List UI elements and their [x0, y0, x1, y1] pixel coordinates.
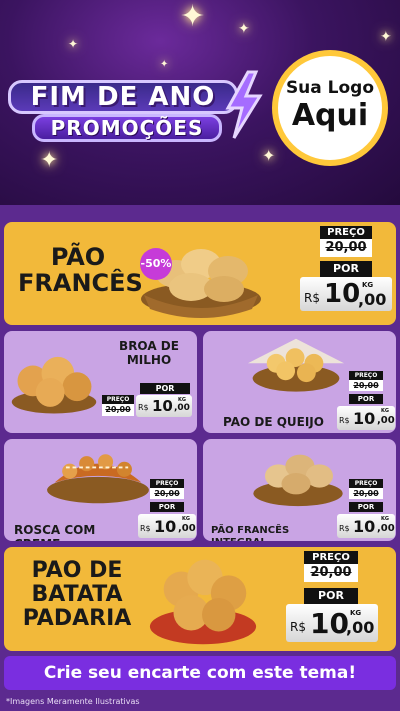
currency-label: R$ [290, 620, 306, 634]
sparkle-icon: ✦ [40, 148, 59, 173]
product-card: BROA DE MILHO POR PREÇO 20,00 R$ 10 KG ,… [4, 331, 197, 433]
price-dec: ,00 [377, 415, 395, 426]
broa-basket-image [11, 356, 97, 414]
cta-button[interactable]: Crie seu encarte com este tema! [4, 656, 396, 690]
kg-label: KG [182, 516, 190, 522]
old-price: 20,00 [349, 380, 383, 391]
price-int: 10 [154, 517, 177, 536]
price-tag: PREÇO 20,00 POR R$ 10 KG ,00 [284, 551, 392, 642]
lightning-icon [225, 70, 263, 139]
price-dec: ,00 [346, 618, 375, 637]
rosca-basket-image [47, 454, 149, 504]
por-label: POR [140, 383, 190, 394]
pao-de-queijo-basket-image [247, 338, 345, 392]
price-dec: ,00 [174, 403, 190, 413]
currency-label: R$ [138, 403, 149, 412]
product-name: ROSCA COM CREME [14, 523, 96, 541]
preco-label: PREÇO [102, 395, 134, 404]
price-box: R$ 10 KG ,00 [337, 514, 395, 538]
sparkle-icon: ✦ [238, 21, 250, 37]
price-int: 10 [353, 409, 376, 428]
product-name: PÃO FRANCÊS [18, 243, 143, 298]
sparkle-icon: ✦ [180, 0, 206, 34]
integral-basket-image [253, 454, 343, 507]
discount-badge: -50% [140, 248, 172, 280]
old-price: 20,00 [102, 404, 134, 416]
por-label: POR [320, 261, 372, 277]
preco-label: PREÇO [349, 479, 383, 488]
por-label: POR [349, 502, 383, 512]
preco-label: PREÇO [349, 371, 383, 380]
product-card: PÃO FRANCÊS INTEGRAL PREÇO 20,00 POR R$ … [203, 439, 396, 541]
currency-label: R$ [339, 524, 350, 533]
price-box: R$ 10 KG ,00 [136, 395, 192, 417]
price-dec: ,00 [358, 290, 387, 309]
title-line1: FIM DE ANO [8, 80, 238, 114]
preco-label: PREÇO [150, 479, 184, 488]
product-name: PÃO FRANCÊS INTEGRAL [211, 525, 290, 541]
pao-de-batata-bowl-image [149, 559, 257, 645]
por-label: POR [150, 502, 184, 512]
product-name: BROA DE MILHO [119, 339, 179, 368]
price-int: 10 [324, 279, 361, 309]
price-int: 10 [152, 397, 173, 415]
price-dec: ,00 [377, 523, 395, 534]
preco-label: PREÇO [320, 226, 372, 239]
currency-label: R$ [339, 416, 350, 425]
sparkle-icon: ✦ [262, 146, 276, 165]
por-label: POR [304, 588, 358, 604]
kg-label: KG [350, 609, 362, 617]
product-name: PAO DE QUEIJO [223, 415, 324, 429]
product-card: ROSCA COM CREME PREÇO 20,00 POR R$ 10 KG… [4, 439, 197, 541]
product-name: PAO DE BATATA PADARIA [22, 558, 132, 632]
price-int: 10 [310, 607, 349, 640]
promo-title: FIM DE ANO PROMOÇÕES [8, 70, 263, 142]
currency-label: R$ [140, 524, 151, 533]
product-card: PAO DE BATATA PADARIA PREÇO 20,00 POR R$… [4, 547, 396, 651]
logo-line1: Sua Logo [285, 78, 375, 98]
old-price: 20,00 [349, 488, 383, 499]
old-price: 20,00 [320, 239, 372, 257]
kg-label: KG [381, 516, 389, 522]
por-label: POR [349, 394, 383, 404]
old-price: 20,00 [304, 564, 358, 582]
footnote: *Imagens Meramente Ilustrativas [6, 697, 140, 706]
price-int: 10 [353, 517, 376, 536]
header-banner: ✦ ✦ ✦ ✦ ✦ ✦ ✦ FIM DE ANO PROMOÇÕES Sua L… [0, 0, 400, 205]
kg-label: KG [381, 408, 389, 414]
logo-placeholder: Sua Logo Aqui [272, 50, 388, 166]
price-box: R$ 10 KG ,00 [300, 277, 392, 311]
preco-label: PREÇO [304, 551, 358, 564]
old-price: 20,00 [150, 488, 184, 499]
sparkle-icon: ✦ [160, 59, 169, 70]
kg-label: KG [362, 281, 374, 289]
price-box: R$ 10 KG ,00 [286, 604, 378, 642]
sparkle-icon: ✦ [380, 29, 392, 45]
title-line2: PROMOÇÕES [32, 114, 222, 142]
price-dec: ,00 [178, 523, 196, 534]
price-box: R$ 10 KG ,00 [337, 406, 395, 430]
product-card: PAO DE QUEIJO PREÇO 20,00 POR R$ 10 KG ,… [203, 331, 396, 433]
currency-label: R$ [304, 291, 320, 305]
price-box: R$ 10 KG ,00 [138, 514, 196, 538]
product-card: PÃO FRANCÊS -50% PREÇO 20,00 POR R$ 10 K… [4, 222, 396, 325]
price-tag: PREÇO 20,00 POR R$ 10 KG ,00 [300, 226, 392, 311]
sparkle-icon: ✦ [68, 37, 79, 51]
logo-line2: Aqui [291, 98, 369, 133]
